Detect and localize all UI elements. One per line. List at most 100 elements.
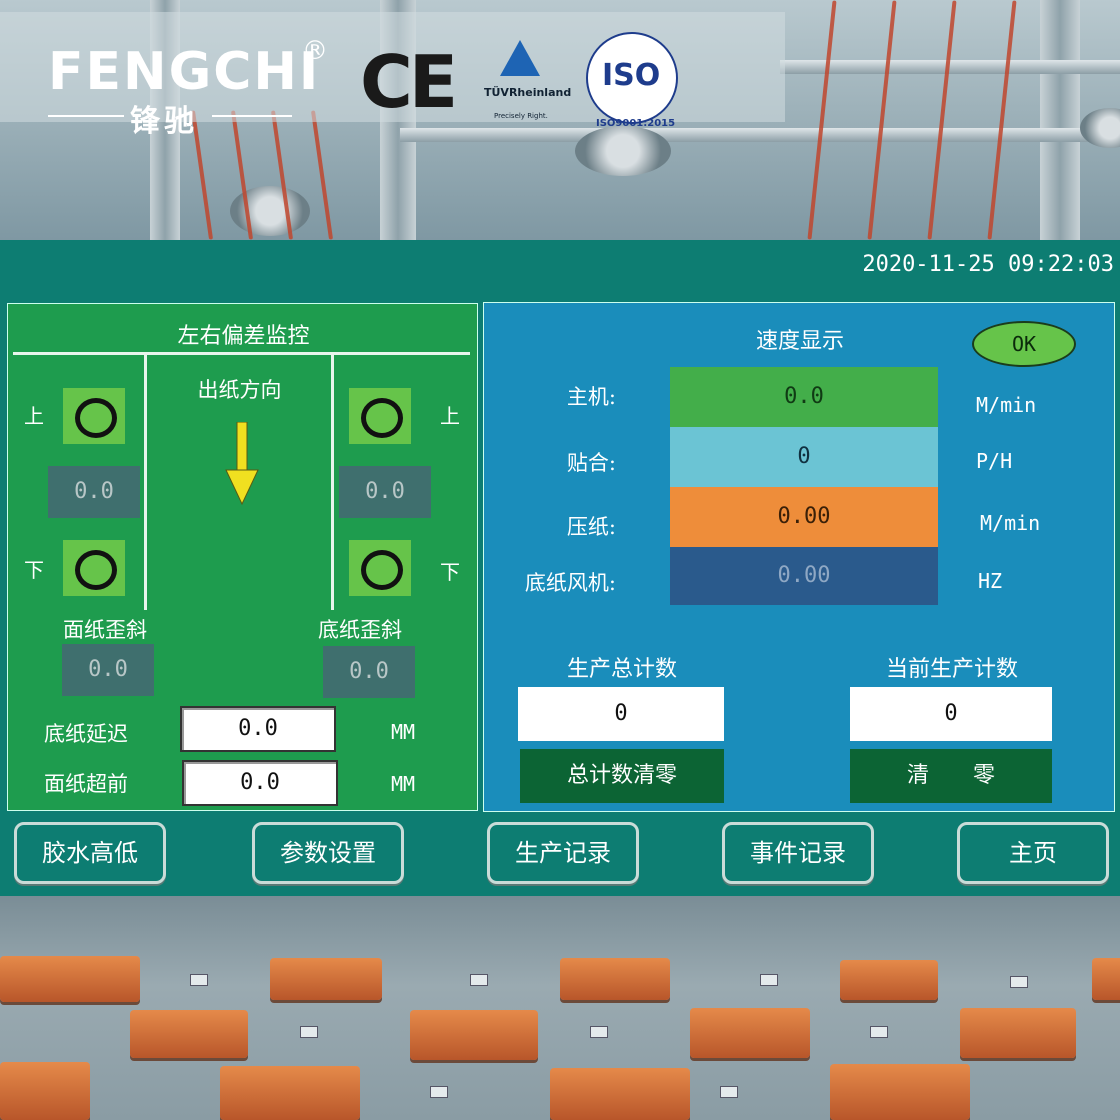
- right-upper-sensor-button[interactable]: [349, 388, 411, 444]
- conveyor-slot: [760, 974, 778, 986]
- hmi-screen: 2020-11-25 09:22:03 左右偏差监控 出纸方向 上 0.0 下 …: [0, 240, 1120, 896]
- speed-row-unit: M/min: [980, 511, 1041, 535]
- conveyor-pad: [840, 960, 938, 1000]
- left-upper-value: 0.0: [48, 466, 140, 518]
- machine-wire: [867, 0, 897, 240]
- speed-row-unit: M/min: [976, 393, 1037, 417]
- machine-spool: [575, 126, 671, 176]
- production-record-button[interactable]: 生产记录: [487, 822, 639, 884]
- base-delay-label: 底纸延迟: [44, 722, 128, 746]
- face-skew-value: 0.0: [62, 644, 154, 696]
- base-skew-value: 0.0: [323, 646, 415, 698]
- tuv-triangle-icon: [500, 40, 540, 76]
- conveyor-pad: [0, 1062, 90, 1120]
- conveyor-pad: [560, 958, 670, 1000]
- conveyor-pad: [270, 958, 382, 1000]
- face-advance-unit: MM: [391, 772, 416, 796]
- brand-name-cn: 锋驰: [130, 104, 198, 139]
- speed-panel-title: 速度显示: [756, 329, 845, 354]
- ring-icon: [75, 550, 117, 590]
- base-delay-input[interactable]: 0.0: [180, 706, 336, 752]
- conveyor-pad: [690, 1008, 810, 1058]
- speed-display-panel: 速度显示 OK 主机: 0.0 M/min 贴合: 0 P/H 压纸: 0.00…: [483, 302, 1115, 812]
- face-skew-label: 面纸歪斜: [63, 618, 147, 642]
- machine-wire: [987, 0, 1017, 240]
- face-advance-label: 面纸超前: [44, 772, 128, 796]
- speed-row-unit: P/H: [976, 449, 1013, 473]
- machine-wire: [807, 0, 837, 240]
- iso-standard: ISO9001:2015: [596, 118, 676, 129]
- base-fan-speed-value: 0.00: [670, 547, 938, 605]
- column-divider-right: [331, 354, 334, 610]
- press-paper-speed-value: 0.00: [670, 487, 938, 547]
- ce-mark: CE: [360, 40, 458, 124]
- conveyor-slot: [870, 1026, 888, 1038]
- conveyor-pad: [550, 1068, 690, 1120]
- top-machine-photo: FENGCHI ® 锋驰 CE TÜVRheinland Precisely R…: [0, 0, 1120, 240]
- main-machine-speed-value: 0.0: [670, 367, 938, 427]
- right-lower-sensor-button[interactable]: [349, 540, 411, 596]
- speed-row-label: 主机:: [566, 385, 616, 409]
- tuv-logo: TÜVRheinland Precisely Right.: [482, 38, 572, 128]
- registered-mark: ®: [302, 36, 328, 66]
- conveyor-slot: [300, 1026, 318, 1038]
- ok-button[interactable]: OK: [972, 321, 1076, 367]
- conveyor-pad: [960, 1008, 1076, 1058]
- arrow-down-icon: [225, 422, 259, 506]
- conveyor-pad: [220, 1066, 360, 1120]
- speed-row-label: 压纸:: [566, 515, 616, 539]
- glue-level-button[interactable]: 胶水高低: [14, 822, 166, 884]
- speed-row-unit: HZ: [978, 569, 1003, 593]
- ring-icon: [361, 550, 403, 590]
- face-advance-input[interactable]: 0.0: [182, 760, 338, 806]
- total-count-value: 0: [518, 687, 724, 741]
- brand-divider: [212, 115, 292, 117]
- conveyor-slot: [590, 1026, 608, 1038]
- event-record-button[interactable]: 事件记录: [722, 822, 874, 884]
- machine-rail: [400, 128, 1120, 142]
- machine-wire: [310, 110, 334, 240]
- parameter-settings-button[interactable]: 参数设置: [252, 822, 404, 884]
- iso-mark: ISO: [602, 58, 661, 93]
- conveyor-slot: [720, 1086, 738, 1098]
- tuv-name: TÜVRheinland: [484, 86, 572, 99]
- left-lower-label: 下: [24, 558, 44, 582]
- laminate-speed-value: 0: [670, 427, 938, 487]
- speed-row-label: 底纸风机:: [524, 571, 616, 595]
- base-skew-label: 底纸歪斜: [318, 618, 402, 642]
- right-upper-value: 0.0: [339, 466, 431, 518]
- brand-divider: [48, 115, 124, 117]
- clear-current-count-button[interactable]: 清 零: [850, 749, 1052, 803]
- column-divider-left: [144, 354, 147, 610]
- home-button[interactable]: 主页: [957, 822, 1109, 884]
- clear-total-count-button[interactable]: 总计数清零: [520, 749, 724, 803]
- deviation-panel-title: 左右偏差监控: [177, 324, 310, 349]
- tuv-tagline: Precisely Right.: [494, 112, 548, 120]
- current-count-value: 0: [850, 687, 1052, 741]
- conveyor-pad: [830, 1064, 970, 1120]
- conveyor-slot: [470, 974, 488, 986]
- base-delay-unit: MM: [391, 720, 416, 744]
- title-divider: [13, 352, 470, 355]
- machine-column: [1040, 0, 1080, 240]
- total-count-label: 生产总计数: [566, 657, 677, 682]
- current-count-label: 当前生产计数: [885, 657, 1018, 682]
- conveyor-pad: [0, 956, 140, 1002]
- brand-name-en: FENGCHI: [48, 42, 321, 102]
- paper-direction-label: 出纸方向: [197, 378, 282, 402]
- conveyor-slot: [1010, 976, 1028, 988]
- left-upper-sensor-button[interactable]: [63, 388, 125, 444]
- conveyor-pad: [1092, 958, 1120, 1000]
- bottom-conveyor-photo: [0, 896, 1120, 1120]
- ring-icon: [361, 398, 403, 438]
- logo-strip: FENGCHI ® 锋驰 CE TÜVRheinland Precisely R…: [0, 12, 785, 139]
- machine-wire: [927, 0, 957, 240]
- machine-spool: [1080, 108, 1120, 148]
- conveyor-pad: [410, 1010, 538, 1060]
- right-lower-label: 下: [440, 560, 460, 584]
- left-lower-sensor-button[interactable]: [63, 540, 125, 596]
- left-upper-label: 上: [24, 404, 44, 428]
- speed-row-label: 贴合:: [566, 451, 616, 475]
- datetime: 2020-11-25 09:22:03: [862, 252, 1114, 277]
- ring-icon: [75, 398, 117, 438]
